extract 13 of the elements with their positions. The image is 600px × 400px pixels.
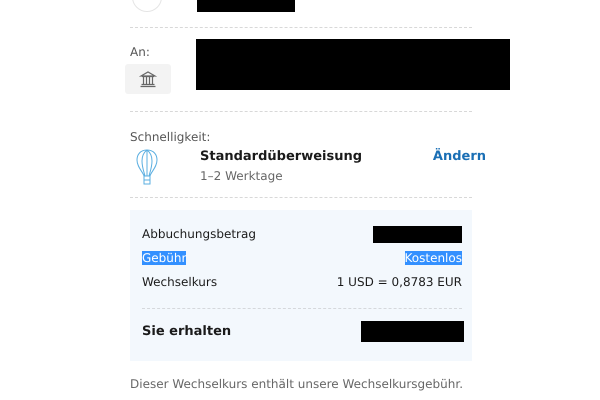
total-label: Sie erhalten bbox=[142, 324, 232, 339]
speed-title: Standardüberweisung bbox=[200, 149, 364, 164]
summary-label: Wechselkurs bbox=[142, 275, 218, 289]
speed-duration: 1–2 Werktage bbox=[200, 169, 284, 183]
summary-label: Abbuchungsbetrag bbox=[142, 227, 256, 241]
balloon-icon bbox=[136, 149, 158, 185]
change-link[interactable]: Ändern bbox=[432, 149, 486, 164]
summary-value: Kostenlos bbox=[404, 251, 462, 265]
speed-label: Schnelligkeit: bbox=[130, 130, 210, 144]
bank-icon bbox=[139, 70, 157, 88]
recipient-label: An: bbox=[130, 45, 150, 59]
summary-value: 1 USD = 0,8783 EUR bbox=[336, 275, 462, 289]
exchange-note: Dieser Wechselkurs enthält unsere Wechselkursgebühr. bbox=[130, 377, 464, 391]
